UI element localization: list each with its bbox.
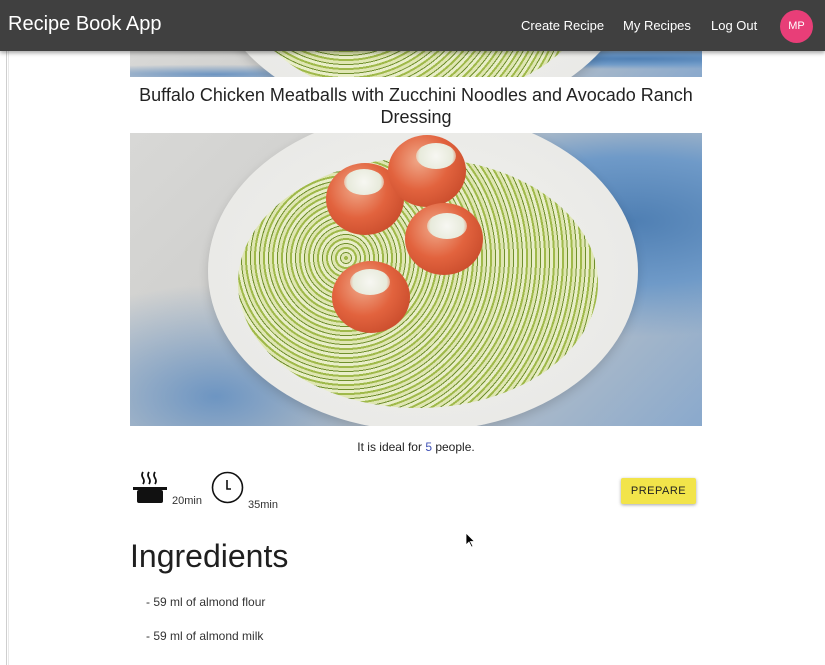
mouse-cursor-icon	[465, 532, 476, 553]
ingredient-item: - 59 ml of almond flour	[146, 595, 266, 609]
recipe-title: Buffalo Chicken Meatballs with Zucchini …	[139, 85, 693, 127]
recipe-image-top	[130, 51, 702, 77]
servings-count: 5	[425, 440, 432, 454]
nav-my-recipes[interactable]: My Recipes	[623, 18, 691, 33]
ingredient-item: - 59 ml of almond milk	[146, 629, 264, 643]
clock-icon	[211, 471, 244, 509]
ingredients-heading: Ingredients	[130, 538, 289, 574]
avatar[interactable]: MP	[780, 10, 813, 43]
page-divider	[6, 51, 7, 665]
recipe-image	[130, 133, 702, 426]
cooking-pot-icon	[132, 470, 168, 511]
nav-log-out[interactable]: Log Out	[711, 18, 757, 33]
cook-time: 20min	[172, 495, 202, 507]
servings-text: It is ideal for 5 people.	[130, 440, 702, 454]
servings-suffix: people.	[432, 440, 475, 454]
prepare-button[interactable]: PREPARE	[621, 478, 696, 504]
page-divider	[8, 51, 9, 665]
servings-prefix: It is ideal for	[357, 440, 426, 454]
ranch-dressing	[427, 213, 467, 239]
ranch-dressing	[416, 143, 456, 169]
total-time: 35min	[248, 499, 278, 511]
ranch-dressing	[350, 269, 390, 295]
nav-create-recipe[interactable]: Create Recipe	[521, 18, 604, 33]
app-bar: Recipe Book App Create Recipe My Recipes…	[0, 0, 825, 51]
ranch-dressing	[344, 169, 384, 195]
app-title[interactable]: Recipe Book App	[8, 13, 161, 36]
